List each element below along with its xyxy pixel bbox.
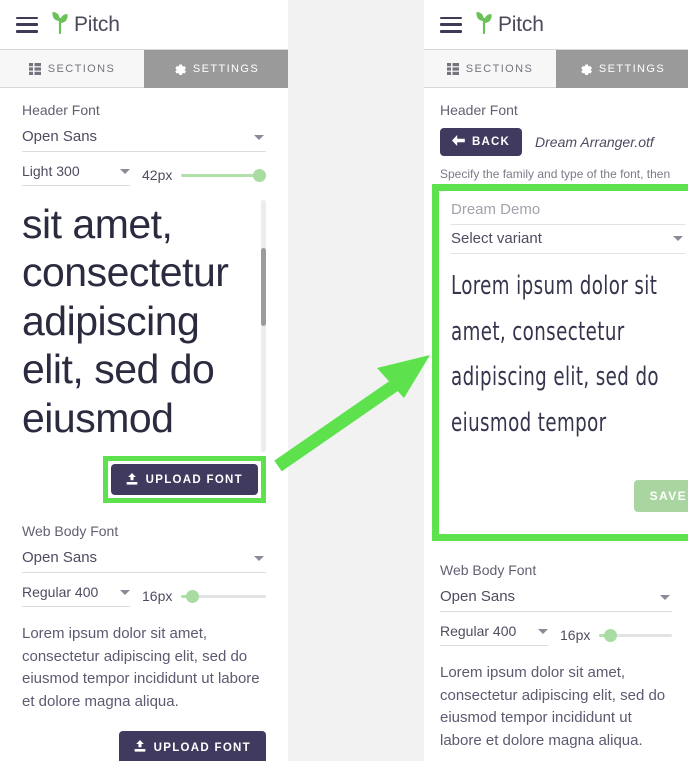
- body-font-size-value: 16px: [142, 588, 173, 604]
- body-upload-font-button[interactable]: UPLOAD FONT: [118, 731, 266, 761]
- chevron-down-icon: [538, 629, 548, 634]
- body-font-variant-value: Regular 400: [440, 623, 517, 639]
- header-font-label: Header Font: [22, 102, 100, 118]
- body-font-label: Web Body Font: [440, 562, 537, 578]
- back-row: BACK Dream Arranger.otf: [440, 128, 672, 156]
- app-topbar: Pitch: [0, 0, 288, 50]
- header-font-preview-text: sit amet, consectetur adipiscing elit, s…: [22, 201, 229, 441]
- header-font-label: Header Font: [440, 102, 518, 118]
- grid-icon: [446, 62, 459, 75]
- header-upload-row: UPLOAD FONT: [22, 456, 266, 503]
- chevron-down-icon: [254, 556, 264, 561]
- uploaded-font-filename: Dream Arranger.otf: [535, 134, 654, 150]
- body-font-family-value: Open Sans: [440, 588, 516, 605]
- right-body-font-section: Web Body Font Open Sans Regular 400 16px: [424, 548, 688, 761]
- font-variant-select-value: Select variant: [451, 230, 542, 247]
- preview-scrollbar[interactable]: [261, 200, 266, 452]
- save-font-label: SAVE: [649, 489, 687, 503]
- tab-sections[interactable]: SECTIONS: [424, 50, 556, 88]
- header-font-preview: sit amet, consectetur adipiscing elit, s…: [22, 200, 266, 452]
- body-upload-font-label: UPLOAD FONT: [153, 742, 251, 754]
- sprout-icon: [50, 10, 70, 39]
- scrollbar-thumb[interactable]: [261, 248, 266, 326]
- left-panel-body: Header Font Open Sans Light 300 42px sit…: [0, 88, 288, 761]
- body-font-size-control: 16px: [142, 588, 266, 607]
- body-font-size-value: 16px: [560, 627, 591, 643]
- save-font-button[interactable]: SAVE: [633, 480, 688, 512]
- header-font-family-value: Open Sans: [22, 128, 98, 145]
- screenshot-stage: Pitch SECTIONS SETTINGS Header Font Open…: [0, 0, 688, 761]
- app-topbar: Pitch: [424, 0, 688, 50]
- sprout-icon: [474, 10, 494, 39]
- tab-sections-label: SECTIONS: [47, 62, 116, 75]
- chevron-down-icon: [120, 169, 130, 174]
- chevron-down-icon: [254, 135, 264, 140]
- upload-highlight-annotation: UPLOAD FONT: [102, 456, 266, 503]
- header-font-size-slider[interactable]: [181, 168, 266, 182]
- body-font-controls: Regular 400 16px: [440, 623, 672, 646]
- brand-name: Pitch: [498, 12, 544, 36]
- body-font-size-control: 16px: [560, 627, 672, 646]
- body-font-family-select[interactable]: Open Sans: [440, 588, 672, 612]
- font-family-input-placeholder: Dream Demo: [451, 201, 541, 218]
- header-font-size-value: 42px: [142, 167, 173, 183]
- font-variant-select[interactable]: Select variant: [451, 225, 685, 254]
- panel-tabs: SECTIONS SETTINGS: [0, 50, 288, 88]
- gear-icon: [579, 62, 592, 75]
- body-font-family-value: Open Sans: [22, 549, 98, 566]
- chevron-down-icon: [120, 590, 130, 595]
- hamburger-icon[interactable]: [440, 16, 462, 33]
- gear-icon: [173, 62, 186, 75]
- upload-icon: [134, 740, 146, 756]
- right-panel-after: Pitch SECTIONS SETTINGS Header Font BACK…: [424, 0, 688, 761]
- header-font-family-select[interactable]: Open Sans: [22, 128, 266, 152]
- panel-tabs: SECTIONS SETTINGS: [424, 50, 688, 88]
- brand: Pitch: [50, 10, 120, 39]
- body-font-variant-select[interactable]: Regular 400: [440, 623, 548, 646]
- tab-settings[interactable]: SETTINGS: [144, 50, 288, 88]
- body-font-preview: Lorem ipsum dolor sit amet, consectetur …: [22, 625, 260, 710]
- body-upload-row: UPLOAD FONT: [22, 731, 266, 761]
- header-font-variant-select[interactable]: Light 300: [22, 163, 130, 186]
- tab-settings[interactable]: SETTINGS: [556, 50, 688, 88]
- body-font-variant-value: Regular 400: [22, 584, 99, 600]
- grid-icon: [28, 62, 41, 75]
- tab-settings-label: SETTINGS: [192, 62, 260, 75]
- chevron-down-icon: [660, 595, 670, 600]
- uploaded-font-preview: Lorem ipsum dolor sit amet, consectetur …: [451, 271, 659, 438]
- body-font-variant-select[interactable]: Regular 400: [22, 584, 130, 607]
- header-font-size-control: 42px: [142, 167, 266, 186]
- slider-knob[interactable]: [603, 629, 617, 642]
- tab-settings-label: SETTINGS: [598, 62, 666, 75]
- brand-name: Pitch: [74, 12, 120, 36]
- body-font-preview: Lorem ipsum dolor sit amet, consectetur …: [440, 664, 666, 749]
- header-upload-font-button[interactable]: UPLOAD FONT: [110, 464, 258, 495]
- back-button-label: BACK: [472, 136, 511, 148]
- font-family-input[interactable]: Dream Demo: [451, 197, 685, 225]
- hamburger-icon[interactable]: [16, 16, 38, 33]
- back-button[interactable]: BACK: [440, 128, 523, 156]
- tab-sections[interactable]: SECTIONS: [0, 50, 144, 88]
- body-font-controls: Regular 400 16px: [22, 584, 266, 607]
- arrow-left-icon: [452, 135, 465, 149]
- upload-icon: [126, 473, 138, 486]
- font-setup-card: Dream Demo Select variant Lorem ipsum do…: [439, 191, 688, 502]
- slider-knob[interactable]: [186, 590, 200, 603]
- body-font-size-slider[interactable]: [599, 628, 672, 642]
- body-font-size-slider[interactable]: [181, 589, 266, 603]
- body-font-label: Web Body Font: [22, 523, 119, 539]
- tab-sections-label: SECTIONS: [465, 62, 534, 75]
- header-font-controls: Light 300 42px: [22, 163, 266, 186]
- font-setup-highlight-annotation: Dream Demo Select variant Lorem ipsum do…: [432, 184, 688, 541]
- brand: Pitch: [474, 10, 544, 39]
- body-font-family-select[interactable]: Open Sans: [22, 549, 266, 573]
- slider-knob[interactable]: [253, 169, 266, 182]
- header-font-variant-value: Light 300: [22, 163, 80, 179]
- left-panel-before: Pitch SECTIONS SETTINGS Header Font Open…: [0, 0, 288, 761]
- chevron-down-icon: [673, 236, 683, 241]
